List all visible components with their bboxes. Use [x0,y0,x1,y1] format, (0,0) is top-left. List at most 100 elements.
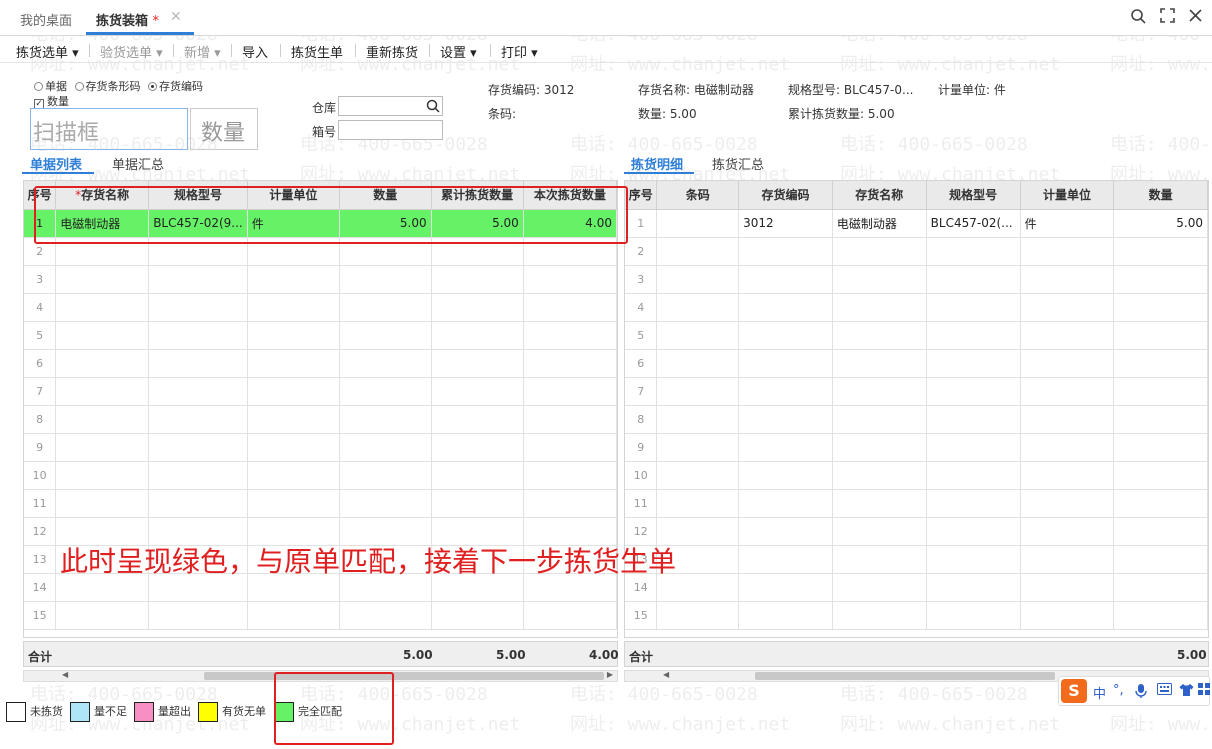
table-row[interactable]: 3 [24,265,617,294]
table-cell [656,405,740,434]
table-row[interactable]: 7 [24,377,617,406]
table-row[interactable]: 15 [24,601,617,630]
row-number: 15 [24,601,57,630]
table-row[interactable]: 14 [625,573,1208,602]
watermark-phone: 电话: 400-665-0028 [1110,134,1212,155]
table-row[interactable]: 8 [625,405,1208,434]
tab-pick-detail[interactable]: 拣货明细 [631,154,683,173]
toolbar-divider [490,44,491,57]
watermark-phone: 电话: 400-665-0028 [840,134,1028,155]
new-menu[interactable]: 新增 ▾ [184,42,221,61]
table-row[interactable]: 9 [24,433,617,462]
box-no-label: 箱号 [312,125,337,139]
quantity-input[interactable]: 数量 [190,108,258,150]
radio-barcode[interactable]: 存货条形码 [74,80,141,93]
settings-menu[interactable]: 设置 ▾ [440,42,477,61]
table-cell [1020,321,1115,350]
window-close-icon[interactable] [1188,8,1203,27]
ime-punctuation-icon[interactable]: °, [1113,683,1124,698]
table-cell [1020,489,1115,518]
pick-generate-button[interactable]: 拣货生单 [291,42,343,61]
table-cell [656,601,740,630]
table-cell [55,405,150,434]
tab-pick-packing[interactable]: 拣货装箱 * [96,10,159,29]
warehouse-field[interactable] [338,96,443,116]
table-cell [738,545,833,574]
table-cell [738,489,833,518]
ime-microphone-icon[interactable] [1135,683,1147,703]
tab-pick-label: 拣货装箱 [96,14,149,29]
table-row[interactable]: 15 [625,601,1208,630]
table-row[interactable]: 5 [24,321,617,350]
table-row[interactable]: 7 [625,377,1208,406]
table-row[interactable]: 6 [24,349,617,378]
column-header[interactable]: 计量单位 [1020,181,1115,210]
table-row[interactable]: 9 [625,433,1208,462]
table-row[interactable]: 4 [24,293,617,322]
tab-my-desktop[interactable]: 我的桌面 [20,10,72,29]
toolbar-divider [355,44,356,57]
ime-skin-icon[interactable] [1179,683,1194,701]
column-header[interactable]: 存货编码 [738,181,833,210]
search-icon[interactable] [1130,8,1146,28]
table-row[interactable]: 2 [625,237,1208,266]
table-row[interactable]: 5 [625,321,1208,350]
scan-input[interactable]: 扫描框 [30,108,188,150]
ime-keyboard-icon[interactable] [1157,683,1172,699]
print-menu[interactable]: 打印 ▾ [501,42,538,61]
info-item-name: 存货名称: 电磁制动器 [638,83,754,97]
scan-mode-radio-group: 单据 存货条形码 存货编码 [34,78,203,94]
ime-toolbox-icon[interactable] [1198,683,1210,699]
table-cell [148,405,248,434]
tab-bill-list[interactable]: 单据列表 [30,154,82,173]
column-header[interactable]: 序号 [625,181,658,210]
scroll-thumb[interactable] [204,672,604,680]
repick-button[interactable]: 重新拣货 [366,42,418,61]
column-header[interactable]: 条码 [656,181,740,210]
warehouse-search-icon[interactable] [426,99,440,113]
row-number: 8 [625,405,658,434]
table-row[interactable]: 8 [24,405,617,434]
legend-item: 量超出 [134,702,191,722]
tab-close-icon[interactable]: ✕ [170,9,182,25]
table-cell [1113,321,1208,350]
table-cell [339,321,432,350]
table-row[interactable]: 11 [24,489,617,518]
table-row[interactable]: 12 [625,517,1208,546]
column-header[interactable]: 数量 [1113,181,1208,210]
tab-pick-summary[interactable]: 拣货汇总 [712,154,764,173]
import-button[interactable]: 导入 [242,42,268,61]
ime-language-toggle[interactable]: 中 [1093,683,1106,702]
totals-label: 合计 [28,650,53,664]
scroll-left-icon[interactable]: ◀ [663,670,669,679]
quantity-checkbox[interactable]: ✓ 数量 [34,93,69,109]
table-row[interactable]: 10 [625,461,1208,490]
table-row[interactable]: 4 [625,293,1208,322]
scroll-thumb[interactable] [755,672,1055,680]
scroll-left-icon[interactable]: ◀ [62,670,68,679]
box-no-field[interactable] [338,120,443,140]
table-cell [55,601,150,630]
column-header[interactable]: 存货名称 [832,181,927,210]
table-cell [1113,489,1208,518]
table-cell [832,321,927,350]
sogou-logo-icon[interactable]: S [1061,679,1087,703]
table-row[interactable]: 3 [625,265,1208,294]
table-cell [926,265,1021,294]
table-row[interactable]: 11 [625,489,1208,518]
pick-select-menu[interactable]: 拣货选单 ▾ [16,42,79,61]
table-row[interactable]: 13 [625,545,1208,574]
tab-bill-summary[interactable]: 单据汇总 [112,154,164,173]
radio-bill[interactable]: 单据 [34,80,67,93]
table-cell [738,461,833,490]
scroll-right-icon[interactable]: ▶ [607,670,613,679]
table-row[interactable]: 6 [625,349,1208,378]
table-cell [832,237,927,266]
table-row[interactable]: 10 [24,461,617,490]
table-row[interactable]: 1 3012 电磁制动器 BLC457-02(... 件 5.00 [625,209,1208,238]
column-header[interactable]: 规格型号 [926,181,1021,210]
radio-item-code[interactable]: 存货编码 [148,80,203,93]
maximize-icon[interactable] [1160,8,1175,27]
table-cell [247,265,340,294]
check-select-menu[interactable]: 验货选单 ▾ [100,42,163,61]
